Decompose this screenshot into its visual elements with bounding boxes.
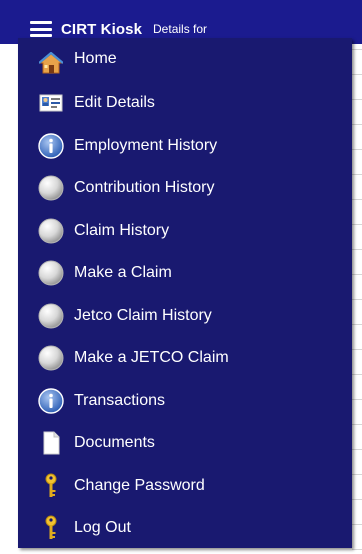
id-card-icon: [38, 90, 64, 116]
header: CIRT Kiosk Details for: [30, 18, 207, 40]
menu-item-label: Make a JETCO Claim: [74, 349, 229, 367]
menu-item-label: Employment History: [74, 136, 218, 154]
coin-icon: [38, 260, 64, 286]
info-icon: [38, 133, 64, 159]
key-icon: [38, 515, 64, 541]
hamburger-icon[interactable]: [30, 21, 52, 37]
key-icon: [38, 473, 64, 499]
menu-item-employment-history[interactable]: Employment History: [18, 125, 352, 168]
menu-item-label: Documents: [74, 434, 155, 452]
coin-icon: [38, 303, 64, 329]
menu-item-documents[interactable]: Documents: [18, 422, 352, 465]
menu-item-make-a-claim[interactable]: Make a Claim: [18, 252, 352, 295]
coin-icon: [38, 175, 64, 201]
menu-item-label: Jetco Claim History: [74, 306, 212, 324]
menu-item-change-password[interactable]: Change Password: [18, 465, 352, 508]
header-subtitle: Details for: [153, 22, 208, 36]
coin-icon: [38, 345, 64, 371]
menu-item-make-a-jetco-claim[interactable]: Make a JETCO Claim: [18, 337, 352, 380]
menu-item-label: Contribution History: [74, 179, 215, 197]
app-title: CIRT Kiosk: [61, 20, 143, 38]
coin-icon: [38, 218, 64, 244]
menu-item-label: Make a Claim: [74, 264, 172, 282]
menu-item-claim-history[interactable]: Claim History: [18, 210, 352, 253]
info-icon: [38, 388, 64, 414]
menu-item-label: Transactions: [74, 391, 165, 409]
home-icon: [38, 50, 64, 76]
menu-item-edit-details[interactable]: Edit Details: [18, 82, 352, 125]
menu-item-home[interactable]: Home: [18, 40, 352, 82]
menu-item-transactions[interactable]: Transactions: [18, 380, 352, 423]
menu-item-label: Change Password: [74, 476, 205, 494]
menu-item-label: Home: [74, 50, 117, 67]
menu-item-contribution-history[interactable]: Contribution History: [18, 167, 352, 210]
menu-item-log-out[interactable]: Log Out: [18, 507, 352, 550]
nav-menu: Home Edit Details Employment History Con…: [18, 40, 352, 550]
menu-item-label: Edit Details: [74, 94, 155, 112]
menu-item-label: Claim History: [74, 221, 170, 239]
menu-item-jetco-claim-history[interactable]: Jetco Claim History: [18, 295, 352, 338]
underlying-page-edge: [352, 0, 362, 554]
menu-item-label: Log Out: [74, 519, 131, 537]
document-icon: [38, 430, 64, 456]
